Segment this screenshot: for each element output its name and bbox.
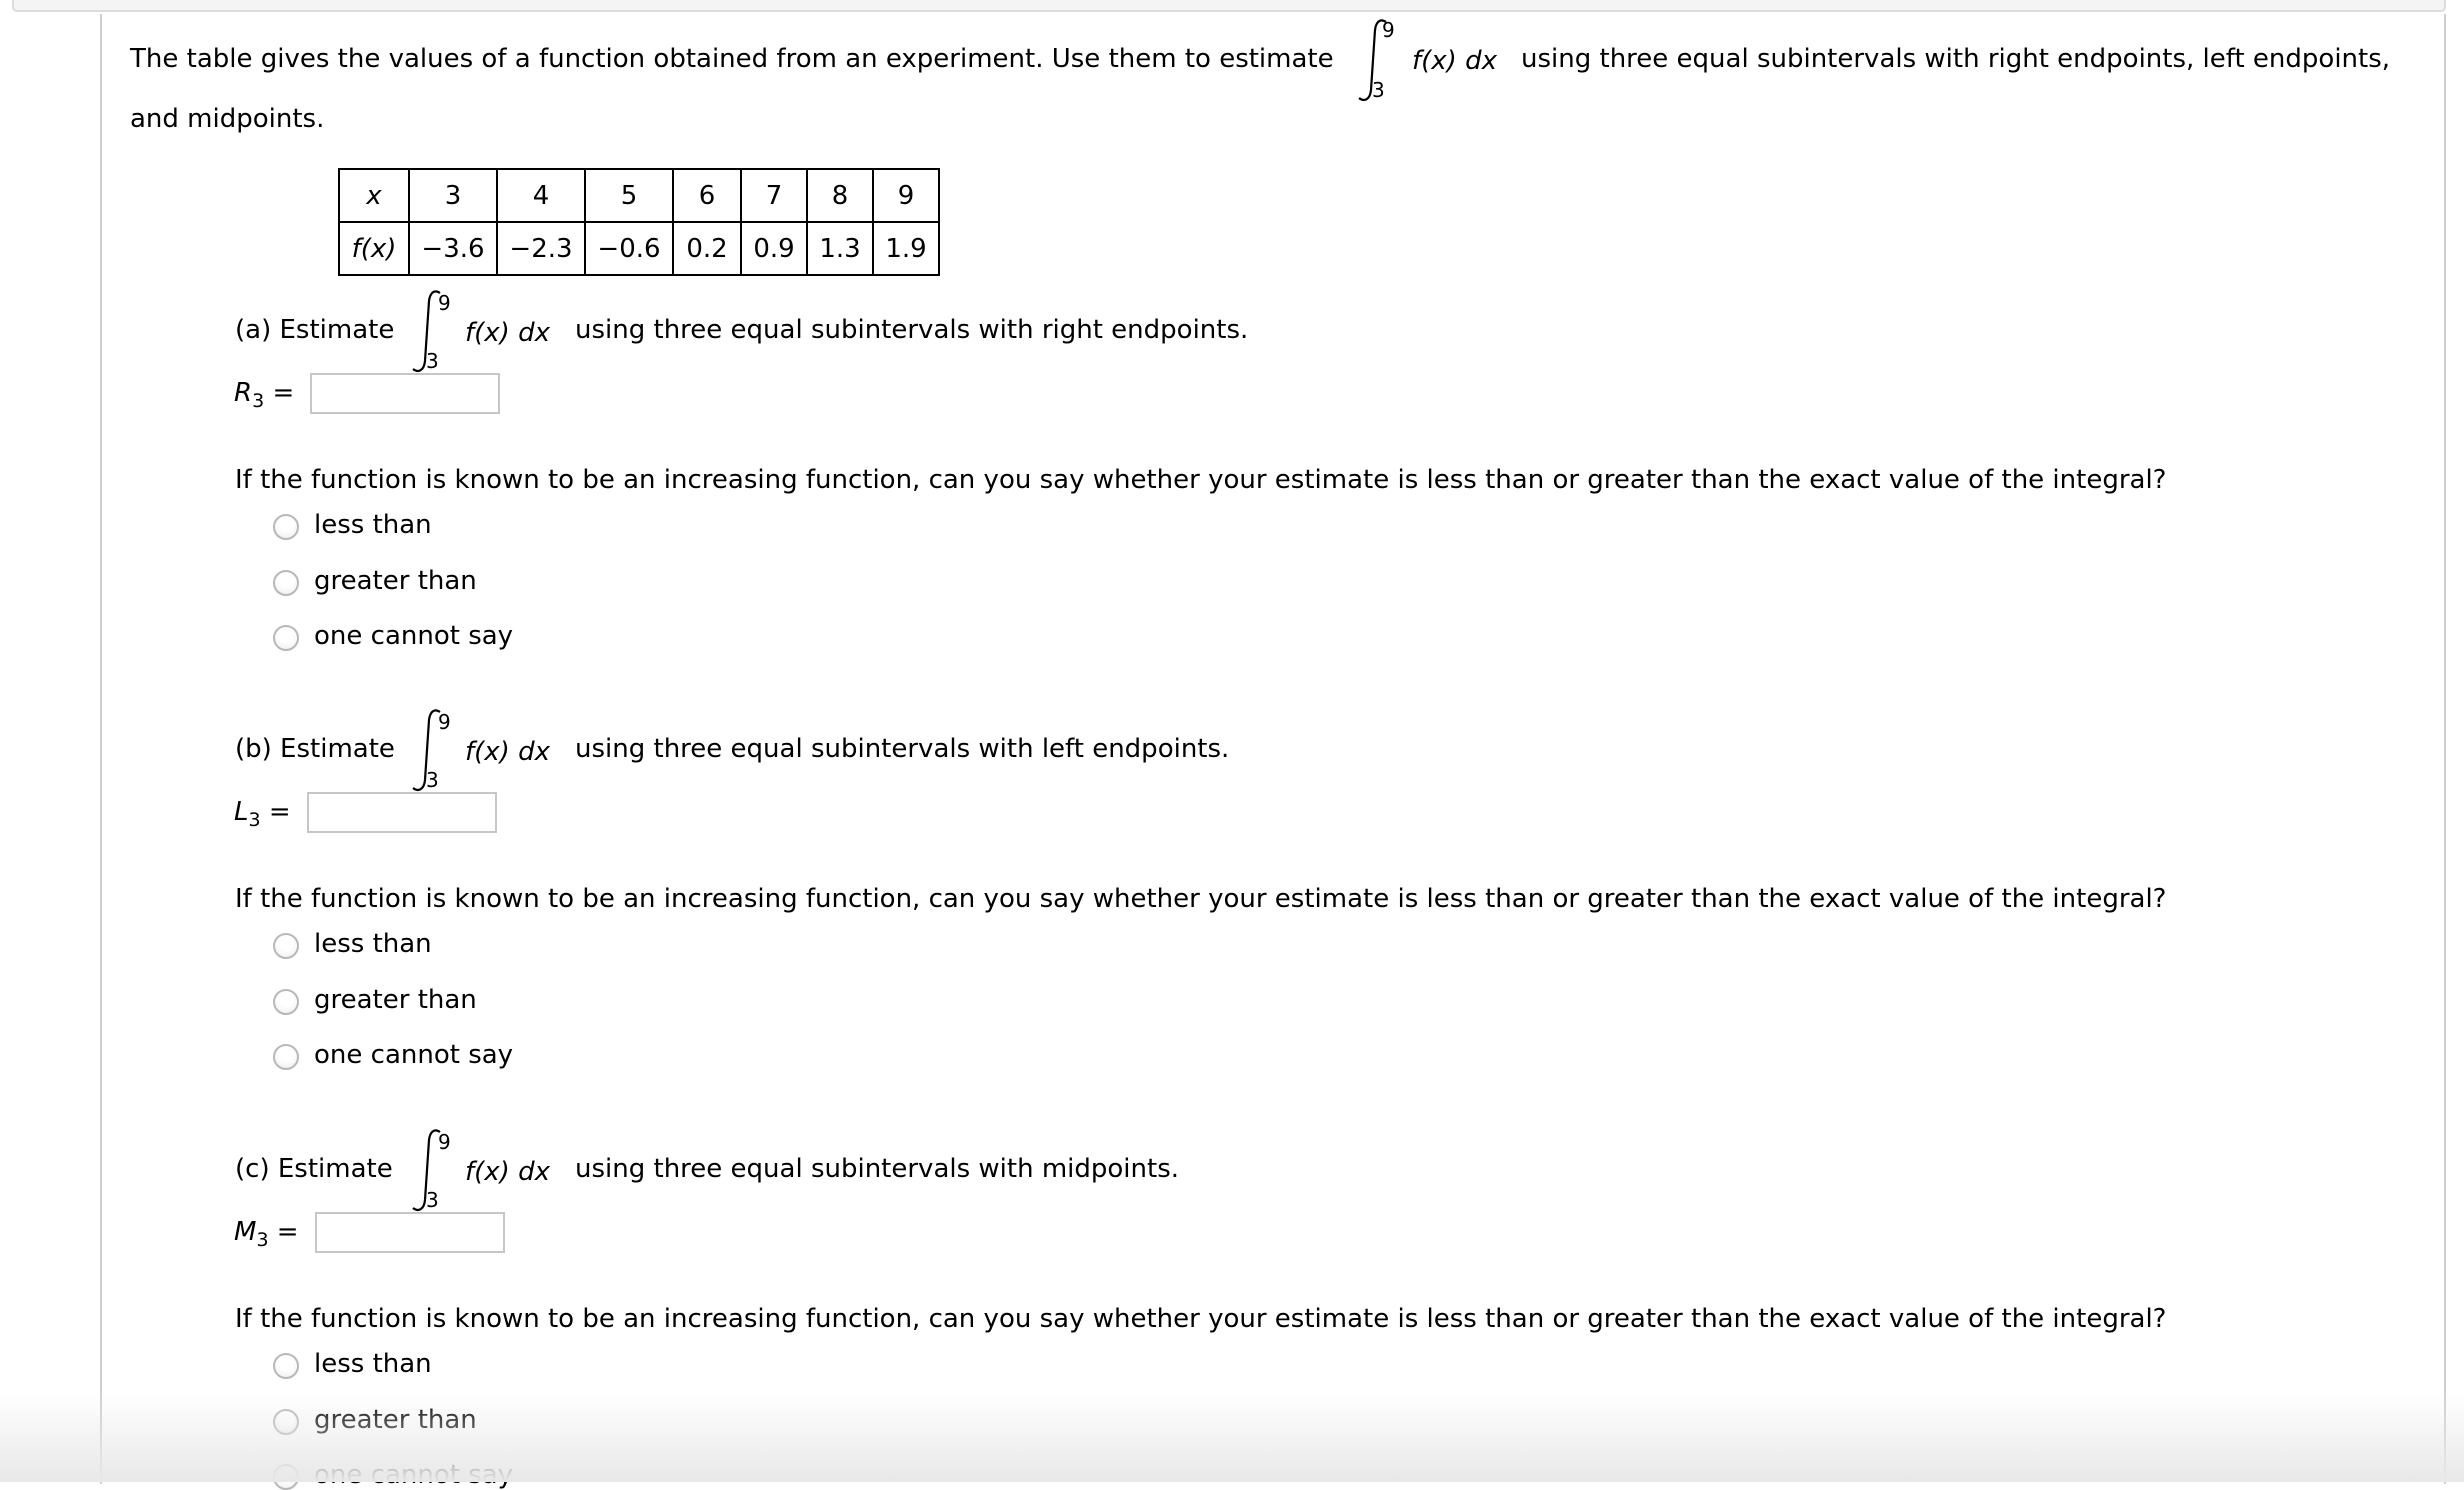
table-cell: 0.2 xyxy=(672,221,742,276)
table-header-x: x xyxy=(338,168,410,223)
table-cell: −3.6 xyxy=(408,221,498,276)
equals-sign: = xyxy=(276,1217,299,1247)
integrand: f(x) xyxy=(465,318,510,348)
integral-lower-limit: 3 xyxy=(426,768,439,792)
differential: dx xyxy=(518,1157,550,1187)
answer-label: R3 = xyxy=(234,378,295,412)
answer-subscript: 3 xyxy=(256,1229,269,1251)
option-label[interactable]: greater than xyxy=(314,566,477,596)
table-cell: 7 xyxy=(740,168,808,223)
comparison-question: If the function is known to be an increa… xyxy=(235,465,2167,495)
answer-input-r3[interactable] xyxy=(310,373,500,414)
table-cell: 3 xyxy=(408,168,498,223)
part-integrand: f(x) dx xyxy=(465,318,550,348)
table-cell: −0.6 xyxy=(584,221,674,276)
part-description: using three equal subintervals with left… xyxy=(575,734,1230,764)
integrand: f(x) xyxy=(465,737,510,767)
part-integrand: f(x) dx xyxy=(465,1157,550,1187)
table-cell: 1.3 xyxy=(806,221,874,276)
table-cell: 4 xyxy=(496,168,586,223)
option-label[interactable]: one cannot say xyxy=(314,1460,513,1490)
table-cell: 9 xyxy=(872,168,940,223)
answer-symbol: R xyxy=(234,378,253,408)
differential: dx xyxy=(518,318,550,348)
table-header-fx: f(x) xyxy=(338,221,410,276)
table-cell: 0.9 xyxy=(740,221,808,276)
intro-line-2: and midpoints. xyxy=(130,104,325,134)
radio-greater-than[interactable] xyxy=(273,570,299,596)
answer-symbol: L xyxy=(234,797,249,827)
radio-one-cannot-say[interactable] xyxy=(273,1044,299,1070)
option-label[interactable]: greater than xyxy=(314,985,477,1015)
comparison-question: If the function is known to be an increa… xyxy=(235,1304,2167,1334)
option-label[interactable]: less than xyxy=(314,1349,432,1379)
radio-one-cannot-say[interactable] xyxy=(273,625,299,651)
differential: dx xyxy=(1465,46,1497,76)
integral-lower-limit: 3 xyxy=(426,349,439,373)
answer-label: L3 = xyxy=(234,797,291,831)
intro-integrand: f(x) dx xyxy=(1412,46,1497,76)
part-label: (c) Estimate xyxy=(235,1154,393,1184)
integral-upper-limit: 9 xyxy=(438,291,451,315)
integrand: f(x) xyxy=(465,1157,510,1187)
radio-less-than[interactable] xyxy=(273,1353,299,1379)
table-row-fx: f(x) −3.6 −2.3 −0.6 0.2 0.9 1.3 1.9 xyxy=(338,221,940,276)
comparison-question: If the function is known to be an increa… xyxy=(235,884,2167,914)
function-values-table: x 3 4 5 6 7 8 9 f(x) −3.6 −2.3 −0.6 0.2 … xyxy=(338,168,940,276)
radio-greater-than[interactable] xyxy=(273,989,299,1015)
integral-upper-limit: 9 xyxy=(438,1130,451,1154)
table-cell: 8 xyxy=(806,168,874,223)
table-cell: 5 xyxy=(584,168,674,223)
part-description: using three equal subintervals with righ… xyxy=(575,315,1249,345)
answer-subscript: 3 xyxy=(248,809,261,831)
integral-upper-limit: 9 xyxy=(438,710,451,734)
option-label[interactable]: greater than xyxy=(314,1405,477,1435)
option-label[interactable]: less than xyxy=(314,929,432,959)
integrand: f(x) xyxy=(1412,46,1457,76)
integral-lower-limit: 3 xyxy=(1372,78,1385,102)
option-label[interactable]: one cannot say xyxy=(314,621,513,651)
part-description: using three equal subintervals with midp… xyxy=(575,1154,1180,1184)
top-toolbar-strip xyxy=(12,0,2446,12)
option-label[interactable]: less than xyxy=(314,510,432,540)
table-cell: −2.3 xyxy=(496,221,586,276)
radio-one-cannot-say[interactable] xyxy=(273,1464,299,1490)
table-cell: 1.9 xyxy=(872,221,940,276)
part-label: (b) Estimate xyxy=(235,734,395,764)
equals-sign: = xyxy=(268,797,291,827)
answer-symbol: M xyxy=(234,1217,257,1247)
intro-text-before: The table gives the values of a function… xyxy=(130,44,1334,74)
differential: dx xyxy=(518,737,550,767)
table-row-x: x 3 4 5 6 7 8 9 xyxy=(338,168,940,223)
radio-greater-than[interactable] xyxy=(273,1409,299,1435)
radio-less-than[interactable] xyxy=(273,514,299,540)
equals-sign: = xyxy=(272,378,295,408)
answer-input-l3[interactable] xyxy=(307,792,497,833)
radio-less-than[interactable] xyxy=(273,933,299,959)
part-integrand: f(x) dx xyxy=(465,737,550,767)
answer-subscript: 3 xyxy=(252,390,265,412)
answer-input-m3[interactable] xyxy=(315,1212,505,1253)
table-cell: 6 xyxy=(672,168,742,223)
part-label: (a) Estimate xyxy=(235,315,395,345)
integral-upper-limit: 9 xyxy=(1382,18,1395,42)
intro-text-after: using three equal subintervals with righ… xyxy=(1521,44,2391,74)
option-label[interactable]: one cannot say xyxy=(314,1040,513,1070)
answer-label: M3 = xyxy=(234,1217,299,1251)
integral-lower-limit: 3 xyxy=(426,1188,439,1212)
